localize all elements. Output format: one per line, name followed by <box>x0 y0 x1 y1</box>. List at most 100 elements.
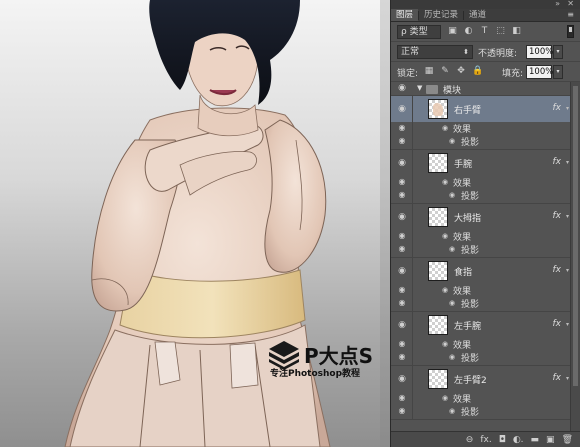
filter-toggle[interactable] <box>567 25 574 38</box>
image-filter-icon[interactable]: ▣ <box>447 26 458 37</box>
tab-layers[interactable]: 图层 <box>391 9 419 21</box>
layer-name[interactable]: 左手腕 <box>454 319 481 332</box>
layer-thumbnail[interactable] <box>428 207 448 227</box>
new-layer-icon[interactable]: ▣ <box>546 433 555 447</box>
expand-triangle-icon[interactable]: ▼ <box>417 84 422 92</box>
drop-shadow-row[interactable]: ◉ ◉ 投影 <box>391 135 571 148</box>
effects-eye-icon[interactable]: ◉ <box>395 231 409 240</box>
drop-shadow-row[interactable]: ◉ ◉ 投影 <box>391 297 571 310</box>
effects-visibility-icon[interactable]: ◉ <box>442 178 448 186</box>
fill-dropdown-icon[interactable]: ▾ <box>553 65 563 79</box>
folder-icon[interactable]: ▬ <box>531 433 540 447</box>
effect-visibility-icon[interactable]: ◉ <box>449 137 455 145</box>
effects-visibility-icon[interactable]: ◉ <box>442 232 448 240</box>
adjustment-filter-icon[interactable]: ◐ <box>463 26 474 37</box>
effect-eye-icon[interactable]: ◉ <box>395 406 409 415</box>
layer-main-row[interactable]: ◉ 手腕 fx ▾ <box>391 150 571 204</box>
effects-eye-icon[interactable]: ◉ <box>395 177 409 186</box>
tab-channels[interactable]: 通道 <box>464 9 491 21</box>
layers-scrollbar[interactable] <box>570 82 580 431</box>
layer-row[interactable]: ◉ 右手臂 fx ▾ ◉ ◉ 效果 ◉ ◉ 投影 <box>391 96 571 150</box>
lock-all-icon[interactable]: 🔒 <box>472 66 483 77</box>
panel-menu-icon[interactable]: ≡ <box>567 11 574 19</box>
effects-eye-icon[interactable]: ◉ <box>395 339 409 348</box>
effects-visibility-icon[interactable]: ◉ <box>442 340 448 348</box>
expand-effects-icon[interactable]: ▾ <box>566 321 569 328</box>
layer-row[interactable]: ◉ 手腕 fx ▾ ◉ ◉ 效果 ◉ ◉ 投影 <box>391 150 571 204</box>
effects-eye-icon[interactable]: ◉ <box>395 285 409 294</box>
effects-row[interactable]: ◉ ◉ 效果 <box>391 122 571 135</box>
layer-row[interactable]: ◉ 左手腕 fx ▾ ◉ ◉ 效果 ◉ ◉ 投影 <box>391 312 571 366</box>
effects-row[interactable]: ◉ ◉ 效果 <box>391 392 571 405</box>
document-canvas[interactable]: P大点S 专注Photoshop教程 <box>0 0 390 447</box>
layer-name[interactable]: 右手臂 <box>454 103 481 116</box>
type-filter-icon[interactable]: T <box>479 26 490 37</box>
expand-effects-icon[interactable]: ▾ <box>566 105 569 112</box>
fx-badge-icon[interactable]: fx <box>553 265 562 275</box>
expand-effects-icon[interactable]: ▾ <box>566 213 569 220</box>
fx-badge-icon[interactable]: fx <box>553 373 562 383</box>
fx-badge-icon[interactable]: fx <box>553 319 562 329</box>
expand-effects-icon[interactable]: ▾ <box>566 375 569 382</box>
visibility-eye-icon[interactable]: ◉ <box>395 374 409 384</box>
effect-eye-icon[interactable]: ◉ <box>395 136 409 145</box>
layer-main-row[interactable]: ◉ 左手腕 fx ▾ <box>391 312 571 366</box>
visibility-eye-icon[interactable]: ◉ <box>395 212 409 222</box>
layer-name[interactable]: 食指 <box>454 265 472 278</box>
effect-visibility-icon[interactable]: ◉ <box>449 245 455 253</box>
effects-row[interactable]: ◉ ◉ 效果 <box>391 338 571 351</box>
adjustment-icon[interactable]: ◐. <box>513 433 524 447</box>
layer-group[interactable]: ◉ ▼ 模块 <box>391 82 571 96</box>
effects-row[interactable]: ◉ ◉ 效果 <box>391 284 571 297</box>
visibility-eye-icon[interactable]: ◉ <box>395 158 409 168</box>
effect-visibility-icon[interactable]: ◉ <box>449 407 455 415</box>
layer-row[interactable]: ◉ 食指 fx ▾ ◉ ◉ 效果 ◉ ◉ 投影 <box>391 258 571 312</box>
layer-row[interactable]: ◉ 左手臂2 fx ▾ ◉ ◉ 效果 ◉ ◉ 投影 <box>391 366 571 420</box>
visibility-eye-icon[interactable]: ◉ <box>395 104 409 114</box>
lock-paint-icon[interactable]: ✎ <box>440 66 450 77</box>
effect-visibility-icon[interactable]: ◉ <box>449 353 455 361</box>
mask-icon[interactable]: ◘ <box>499 433 506 447</box>
effects-row[interactable]: ◉ ◉ 效果 <box>391 230 571 243</box>
drop-shadow-row[interactable]: ◉ ◉ 投影 <box>391 243 571 256</box>
scrollbar-thumb[interactable] <box>573 86 578 386</box>
close-panel-icon[interactable]: ✕ <box>567 0 574 8</box>
layer-main-row[interactable]: ◉ 左手臂2 fx ▾ <box>391 366 571 420</box>
effect-eye-icon[interactable]: ◉ <box>395 244 409 253</box>
effects-eye-icon[interactable]: ◉ <box>395 123 409 132</box>
effect-visibility-icon[interactable]: ◉ <box>449 299 455 307</box>
layer-main-row[interactable]: ◉ 食指 fx ▾ <box>391 258 571 312</box>
layer-main-row[interactable]: ◉ 右手臂 fx ▾ <box>391 96 571 150</box>
link-icon[interactable]: ⊖ <box>466 433 474 447</box>
expand-effects-icon[interactable]: ▾ <box>566 159 569 166</box>
smart-object-filter-icon[interactable]: ◧ <box>511 26 522 37</box>
effect-visibility-icon[interactable]: ◉ <box>449 191 455 199</box>
layer-main-row[interactable]: ◉ 大拇指 fx ▾ <box>391 204 571 258</box>
effects-row[interactable]: ◉ ◉ 效果 <box>391 176 571 189</box>
blend-mode-select[interactable]: 正常 ⬍ <box>397 45 473 59</box>
layer-thumbnail[interactable] <box>428 153 448 173</box>
fill-input[interactable]: 100% <box>526 65 553 79</box>
visibility-eye-icon[interactable]: ◉ <box>395 83 409 93</box>
layer-thumbnail[interactable] <box>428 261 448 281</box>
tab-history[interactable]: 历史记录 <box>419 9 463 21</box>
lock-move-icon[interactable]: ✥ <box>456 66 466 77</box>
lock-transparent-icon[interactable]: ▦ <box>424 66 434 77</box>
effects-visibility-icon[interactable]: ◉ <box>442 124 448 132</box>
trash-icon[interactable]: 🗑 <box>562 433 573 447</box>
opacity-dropdown-icon[interactable]: ▾ <box>553 45 563 59</box>
layer-thumbnail[interactable] <box>428 99 448 119</box>
effects-visibility-icon[interactable]: ◉ <box>442 286 448 294</box>
layer-name[interactable]: 大拇指 <box>454 211 481 224</box>
layer-name[interactable]: 左手臂2 <box>454 373 487 386</box>
opacity-input[interactable]: 100% <box>526 45 553 59</box>
fx-badge-icon[interactable]: fx <box>553 157 562 167</box>
filter-kind-select[interactable]: ρ 类型 <box>397 25 441 39</box>
drop-shadow-row[interactable]: ◉ ◉ 投影 <box>391 351 571 364</box>
expand-effects-icon[interactable]: ▾ <box>566 267 569 274</box>
effects-eye-icon[interactable]: ◉ <box>395 393 409 402</box>
effect-eye-icon[interactable]: ◉ <box>395 298 409 307</box>
collapse-icon[interactable]: » <box>555 0 560 8</box>
effect-eye-icon[interactable]: ◉ <box>395 190 409 199</box>
layer-row[interactable]: ◉ 大拇指 fx ▾ ◉ ◉ 效果 ◉ ◉ 投影 <box>391 204 571 258</box>
